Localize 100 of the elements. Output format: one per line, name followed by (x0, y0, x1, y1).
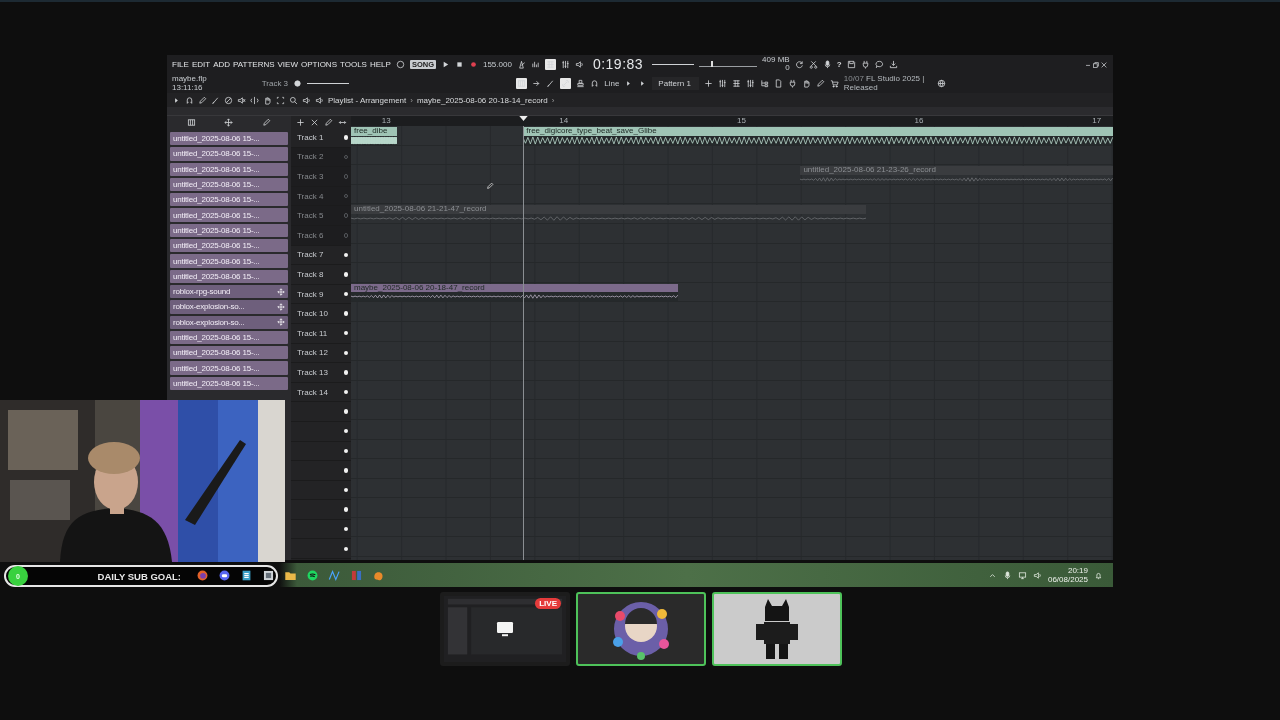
track-mute-dot[interactable] (343, 272, 348, 277)
track-mute-dot[interactable] (343, 252, 348, 258)
globe-icon[interactable] (936, 78, 946, 88)
browser-item[interactable]: untitled_2025-08-06 15-... (170, 269, 288, 283)
plus-icon[interactable] (295, 117, 305, 127)
microphone-icon[interactable] (822, 59, 832, 69)
speaker-icon[interactable] (315, 95, 324, 105)
browser-item[interactable]: roblox-explosion-so... (170, 300, 288, 314)
menu-item[interactable]: OPTIONS (300, 59, 337, 69)
browser-item[interactable]: untitled_2025-08-06 15-... (170, 132, 288, 146)
track-mute-dot[interactable] (343, 487, 348, 493)
browser-item[interactable]: untitled_2025-08-06 15-... (170, 361, 288, 375)
track-mute-dot[interactable] (343, 409, 348, 414)
close-icon[interactable] (1100, 61, 1108, 69)
plus-icon[interactable] (703, 78, 713, 88)
track-mute-dot[interactable] (343, 311, 348, 316)
wave-app-icon[interactable] (328, 568, 341, 582)
news-text[interactable]: 10/07 FL Studio 2025 | Released (843, 74, 932, 92)
track-mute-dot[interactable] (343, 468, 348, 473)
stamp-icon[interactable] (576, 78, 586, 88)
music-app-icon[interactable] (306, 568, 319, 582)
tempo-display[interactable]: 155.000 (482, 59, 512, 69)
track-name[interactable]: Track 8 (297, 269, 324, 279)
track-name[interactable]: Track 11 (297, 328, 328, 338)
chat-app-icon[interactable] (218, 568, 231, 582)
refresh-icon[interactable] (794, 59, 804, 69)
track-mute-dot[interactable] (343, 526, 348, 532)
search-icon[interactable] (289, 95, 298, 105)
participant-tile[interactable]: LIVE (440, 592, 570, 666)
menu-item[interactable]: TOOLS (340, 59, 367, 69)
browser-item[interactable]: untitled_2025-08-06 15-... (170, 147, 288, 161)
track-mute-dot[interactable] (343, 291, 348, 297)
browser-item[interactable]: untitled_2025-08-06 15-... (170, 162, 288, 176)
browser-item[interactable]: roblox-explosion-so... (170, 315, 288, 329)
metronome-icon[interactable] (516, 59, 526, 69)
track-mute-dot[interactable] (343, 370, 348, 375)
track-mute-dot[interactable] (343, 546, 348, 551)
browser-item[interactable]: untitled_2025-08-06 15-... (170, 177, 288, 192)
track-name[interactable]: Track 9 (297, 289, 324, 299)
document-icon[interactable] (773, 78, 783, 88)
audio-clip[interactable]: untitled_2025-08-06 21-23-26_record (800, 166, 1113, 184)
hand-icon[interactable] (801, 78, 811, 88)
record-icon[interactable] (468, 59, 478, 69)
plug-icon[interactable] (787, 78, 797, 88)
knob-icon[interactable] (293, 78, 303, 88)
volume-line[interactable] (652, 63, 695, 65)
track-mute-dot[interactable] (343, 507, 348, 512)
speaker-icon[interactable] (574, 59, 584, 69)
close-icon[interactable] (309, 117, 319, 127)
track-name[interactable]: Track 7 (297, 250, 324, 260)
cart-icon[interactable] (829, 78, 839, 88)
pencil-icon[interactable] (198, 95, 207, 105)
plug-icon[interactable] (860, 59, 870, 69)
hand-icon[interactable] (263, 95, 272, 105)
save-icon[interactable] (846, 59, 856, 69)
track-mute-dot[interactable] (343, 428, 348, 434)
help-button[interactable]: ? (836, 59, 842, 69)
track-mute-dot[interactable] (343, 213, 348, 218)
track-name[interactable]: Track 1 (297, 132, 324, 142)
notepad-icon[interactable] (240, 568, 253, 582)
app-icon[interactable] (262, 568, 275, 582)
magnet-icon[interactable] (185, 95, 194, 105)
speaker-icon[interactable] (302, 95, 311, 105)
track-name[interactable]: Track 10 (297, 309, 328, 319)
volume-line[interactable] (307, 82, 350, 84)
menu-item[interactable]: ADD (213, 59, 231, 69)
breadcrumb-item[interactable]: Playlist - Arrangement (328, 95, 407, 105)
browser-icon[interactable] (196, 568, 209, 582)
track-mute-dot[interactable] (343, 389, 348, 395)
pencil-icon[interactable] (815, 78, 825, 88)
track-mute-dot[interactable] (343, 174, 348, 179)
menu-item[interactable]: HELP (369, 59, 391, 69)
track-mute-dot[interactable] (343, 331, 348, 336)
mixer-icon[interactable] (717, 78, 727, 88)
browser-item[interactable]: roblox-rpg-sound (170, 284, 288, 299)
brush-icon[interactable] (211, 95, 220, 105)
arrow-icon[interactable] (532, 78, 542, 88)
tree-icon[interactable] (759, 78, 769, 88)
brush-icon[interactable] (546, 78, 556, 88)
menu-item[interactable]: EDIT (191, 59, 211, 69)
restore-icon[interactable] (1092, 61, 1100, 69)
scissors-icon[interactable] (808, 59, 818, 69)
browser-item[interactable]: untitled_2025-08-06 15-... (170, 254, 288, 268)
magnet-icon[interactable] (590, 78, 600, 88)
piano-icon[interactable] (187, 117, 197, 127)
browser-item[interactable]: untitled_2025-08-06 15-... (170, 193, 288, 207)
track-name[interactable]: Track 13 (297, 367, 328, 377)
pattern-selector[interactable]: Pattern 1 (652, 76, 699, 90)
participant-tile[interactable] (712, 592, 842, 666)
browser-item[interactable]: untitled_2025-08-06 15-... (170, 239, 288, 253)
mute-icon[interactable] (237, 95, 246, 105)
mixer-icon[interactable] (560, 59, 570, 69)
browser-item[interactable]: untitled_2025-08-06 15-... (170, 330, 288, 345)
menu-item[interactable]: FILE (172, 59, 189, 69)
track-mute-dot[interactable] (343, 135, 348, 140)
menu-item[interactable]: VIEW (277, 59, 298, 69)
audio-clip[interactable]: free_digicore_type_beat_save_Glibe (523, 127, 1113, 145)
move-icon[interactable] (224, 117, 234, 127)
stop-icon[interactable] (454, 59, 464, 69)
track-name[interactable]: Track 14 (297, 387, 328, 397)
